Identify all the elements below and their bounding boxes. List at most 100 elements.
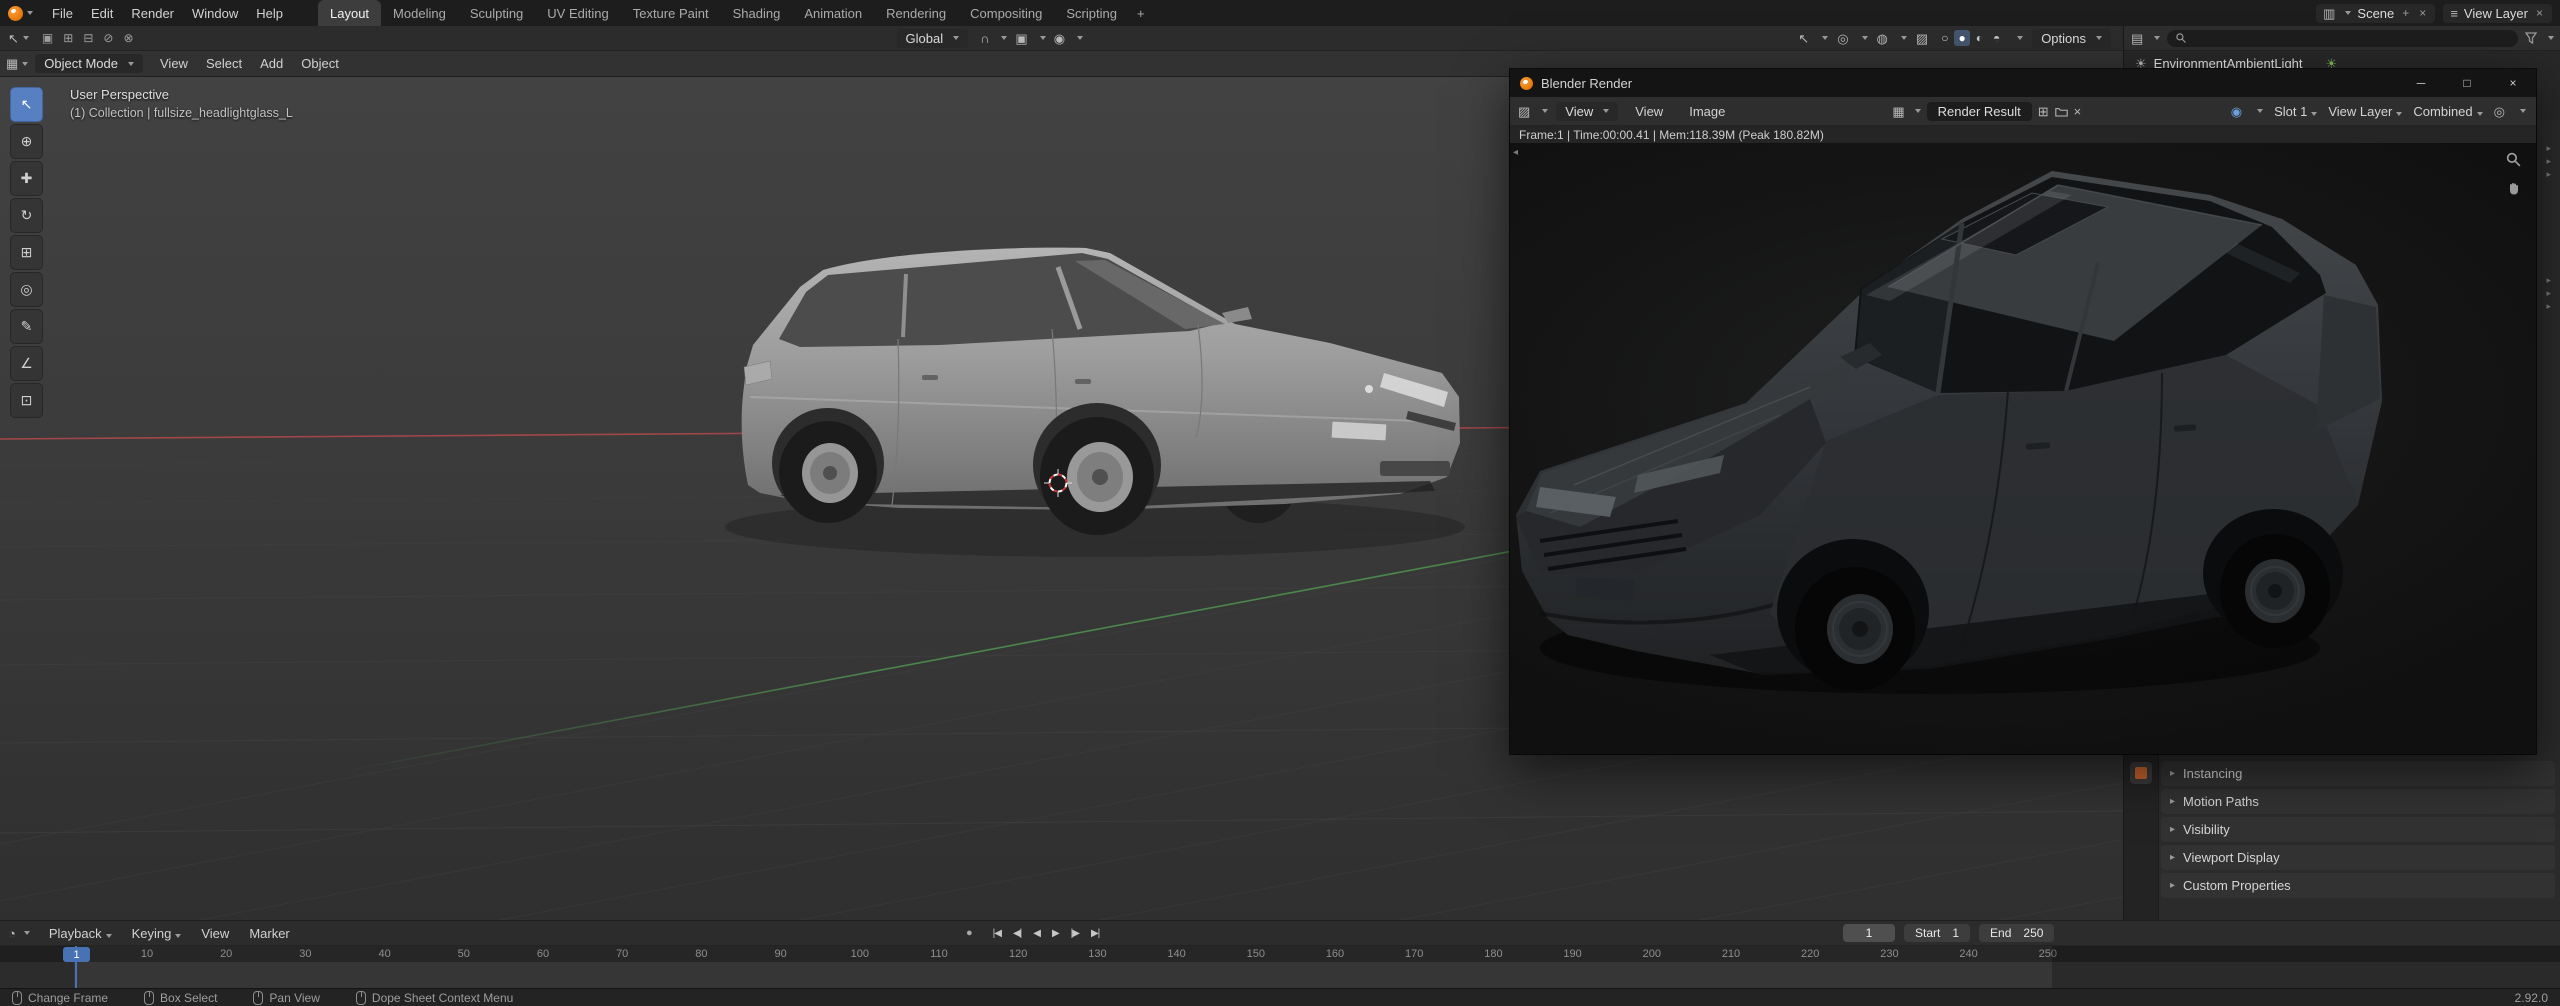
jump-to-start-button[interactable]: |◀ — [988, 926, 1006, 941]
snap-target-caret-icon[interactable] — [1040, 36, 1046, 40]
frame-tick[interactable]: 50 — [450, 948, 478, 960]
overlays-icon[interactable]: ◍ — [1877, 32, 1888, 45]
wireframe-shading-icon[interactable]: ○ — [1937, 30, 1952, 46]
property-panel-header[interactable]: ▸ Viewport Display — [2161, 845, 2555, 870]
outliner-editor-caret-icon[interactable] — [2154, 36, 2160, 40]
auto-keying-record-icon[interactable]: ● — [966, 927, 973, 939]
image-gizmos-icon[interactable]: ◎ — [2494, 105, 2505, 118]
outliner-editor-icon[interactable]: ▤ — [2131, 32, 2143, 45]
frame-tick[interactable]: 90 — [767, 948, 795, 960]
material-preview-icon[interactable]: ◐ — [1972, 30, 1987, 46]
active-tool-icon[interactable]: ↖ — [8, 32, 19, 45]
blender-logo-icon[interactable] — [8, 6, 23, 21]
image-name-field[interactable]: Render Result — [1927, 102, 2032, 121]
region-expand-arrow-icon[interactable]: ▸ — [2546, 276, 2551, 285]
frame-start-field[interactable]: Start 1 — [1904, 924, 1970, 942]
add-workspace-button[interactable]: + — [1129, 6, 1153, 21]
prev-keyframe-button[interactable]: ◀| — [1008, 926, 1026, 941]
gizmos-caret-icon[interactable] — [1862, 36, 1868, 40]
viewport-menu[interactable]: Object — [292, 56, 348, 71]
snap-magnet-icon[interactable]: ∩ — [980, 32, 989, 45]
workspace-tab[interactable]: Shading — [721, 0, 793, 26]
region-expand-arrow-icon[interactable]: ▸ — [2546, 302, 2551, 311]
timeline-view-menu[interactable]: View — [192, 926, 238, 941]
view-layer-selector[interactable]: ≡ View Layer × — [2443, 4, 2552, 23]
timeline-editor-caret-icon[interactable] — [24, 931, 30, 935]
render-slot-dropdown[interactable]: Slot 1 — [2274, 104, 2317, 119]
render-result-canvas[interactable]: ◂ — [1510, 143, 2536, 754]
hidden-region-arrows[interactable]: ▸ ▸ ▸ — [2546, 276, 2551, 311]
shading-caret-icon[interactable] — [2017, 36, 2023, 40]
frame-tick[interactable]: 100 — [846, 948, 874, 960]
image-gizmos-caret-icon[interactable] — [2520, 109, 2526, 113]
unlink-scene-button[interactable]: × — [2417, 6, 2428, 20]
frame-tick[interactable]: 150 — [1242, 948, 1270, 960]
keying-menu[interactable]: Keying — [123, 926, 191, 941]
car-object[interactable] — [725, 248, 1465, 557]
frame-tick[interactable]: 20 — [212, 948, 240, 960]
overlays-caret-icon[interactable] — [1901, 36, 1907, 40]
image-mode-dropdown[interactable]: View — [1556, 102, 1618, 121]
minimize-button[interactable]: ─ — [2398, 69, 2444, 97]
pin-caret-icon[interactable] — [2257, 109, 2263, 113]
current-frame-field[interactable]: 1 — [1843, 924, 1895, 942]
frame-tick[interactable]: 70 — [608, 948, 636, 960]
region-expand-arrow-icon[interactable]: ▸ — [2546, 157, 2551, 166]
frame-tick[interactable]: 190 — [1559, 948, 1587, 960]
workspace-tab[interactable]: Modeling — [381, 0, 458, 26]
property-panel-header[interactable]: ▸ Custom Properties — [2161, 873, 2555, 898]
transform-tool[interactable]: ◎ — [10, 272, 43, 307]
playback-menu[interactable]: Playback — [40, 926, 121, 941]
editor-type-caret-icon[interactable] — [22, 62, 28, 66]
new-scene-button[interactable]: + — [2400, 6, 2411, 20]
hidden-region-arrows[interactable]: ▸ ▸ ▸ — [2546, 144, 2551, 179]
frame-tick[interactable]: 140 — [1163, 948, 1191, 960]
frame-tick[interactable]: 60 — [529, 948, 557, 960]
topbar-menu[interactable]: Edit — [82, 6, 122, 21]
search-input[interactable] — [2192, 30, 2510, 46]
frame-tick[interactable]: 110 — [925, 948, 953, 960]
transform-orientation-dropdown[interactable]: Global — [897, 29, 969, 48]
image-browse-caret-icon[interactable] — [1915, 109, 1921, 113]
visibility-caret-icon[interactable] — [1822, 36, 1828, 40]
extend-select-mode-icon[interactable]: ⊞ — [60, 31, 76, 45]
active-tool-caret-icon[interactable] — [23, 36, 29, 40]
mode-dropdown[interactable]: Object Mode — [35, 54, 143, 73]
render-layer-dropdown[interactable]: View Layer — [2328, 104, 2402, 119]
solid-shading-icon[interactable]: ● — [1954, 30, 1969, 46]
region-toggle-arrow-icon[interactable]: ◂ — [1513, 147, 1518, 158]
frame-tick[interactable]: 130 — [1083, 948, 1111, 960]
image-datablock-icon[interactable]: ▦ — [1892, 105, 1904, 118]
visibility-icon[interactable]: ↖ — [1798, 32, 1809, 45]
image-editor-icon[interactable]: ▨ — [1518, 105, 1530, 118]
rendered-shading-icon[interactable]: ◓ — [1989, 30, 2004, 46]
blender-menu-caret-icon[interactable] — [27, 11, 33, 15]
jump-to-end-button[interactable]: ▶| — [1086, 926, 1104, 941]
workspace-tab[interactable]: Texture Paint — [621, 0, 721, 26]
workspace-tab[interactable]: Compositing — [958, 0, 1054, 26]
viewport-menu[interactable]: Add — [251, 56, 292, 71]
playhead-frame-badge[interactable]: 1 — [63, 947, 90, 962]
maximize-button[interactable]: □ — [2444, 69, 2490, 97]
topbar-menu[interactable]: File — [43, 6, 82, 21]
snap-caret-icon[interactable] — [1001, 36, 1007, 40]
play-button[interactable]: ▶ — [1047, 926, 1064, 941]
object-properties-tab[interactable] — [2130, 762, 2152, 784]
workspace-tab[interactable]: Scripting — [1054, 0, 1129, 26]
set-select-mode-icon[interactable]: ▣ — [39, 31, 56, 45]
workspace-tab[interactable]: Animation — [792, 0, 874, 26]
gizmos-icon[interactable]: ◎ — [1837, 32, 1848, 45]
annotate-tool[interactable]: ✎ — [10, 309, 43, 344]
new-image-icon[interactable]: ⊞ — [2038, 105, 2049, 118]
region-expand-arrow-icon[interactable]: ▸ — [2546, 170, 2551, 179]
property-panel-header[interactable]: ▸ Visibility — [2161, 817, 2555, 842]
scale-tool[interactable]: ⊞ — [10, 235, 43, 270]
filter-icon[interactable] — [2525, 32, 2537, 44]
frame-tick[interactable]: 80 — [687, 948, 715, 960]
frame-end-field[interactable]: End 250 — [1979, 924, 2054, 942]
image-editor-caret-icon[interactable] — [1542, 109, 1548, 113]
open-image-icon[interactable] — [2055, 106, 2068, 117]
frame-tick[interactable]: 180 — [1479, 948, 1507, 960]
proportional-edit-icon[interactable]: ◉ — [1054, 32, 1065, 45]
xray-toggle-icon[interactable]: ▨ — [1916, 32, 1928, 45]
